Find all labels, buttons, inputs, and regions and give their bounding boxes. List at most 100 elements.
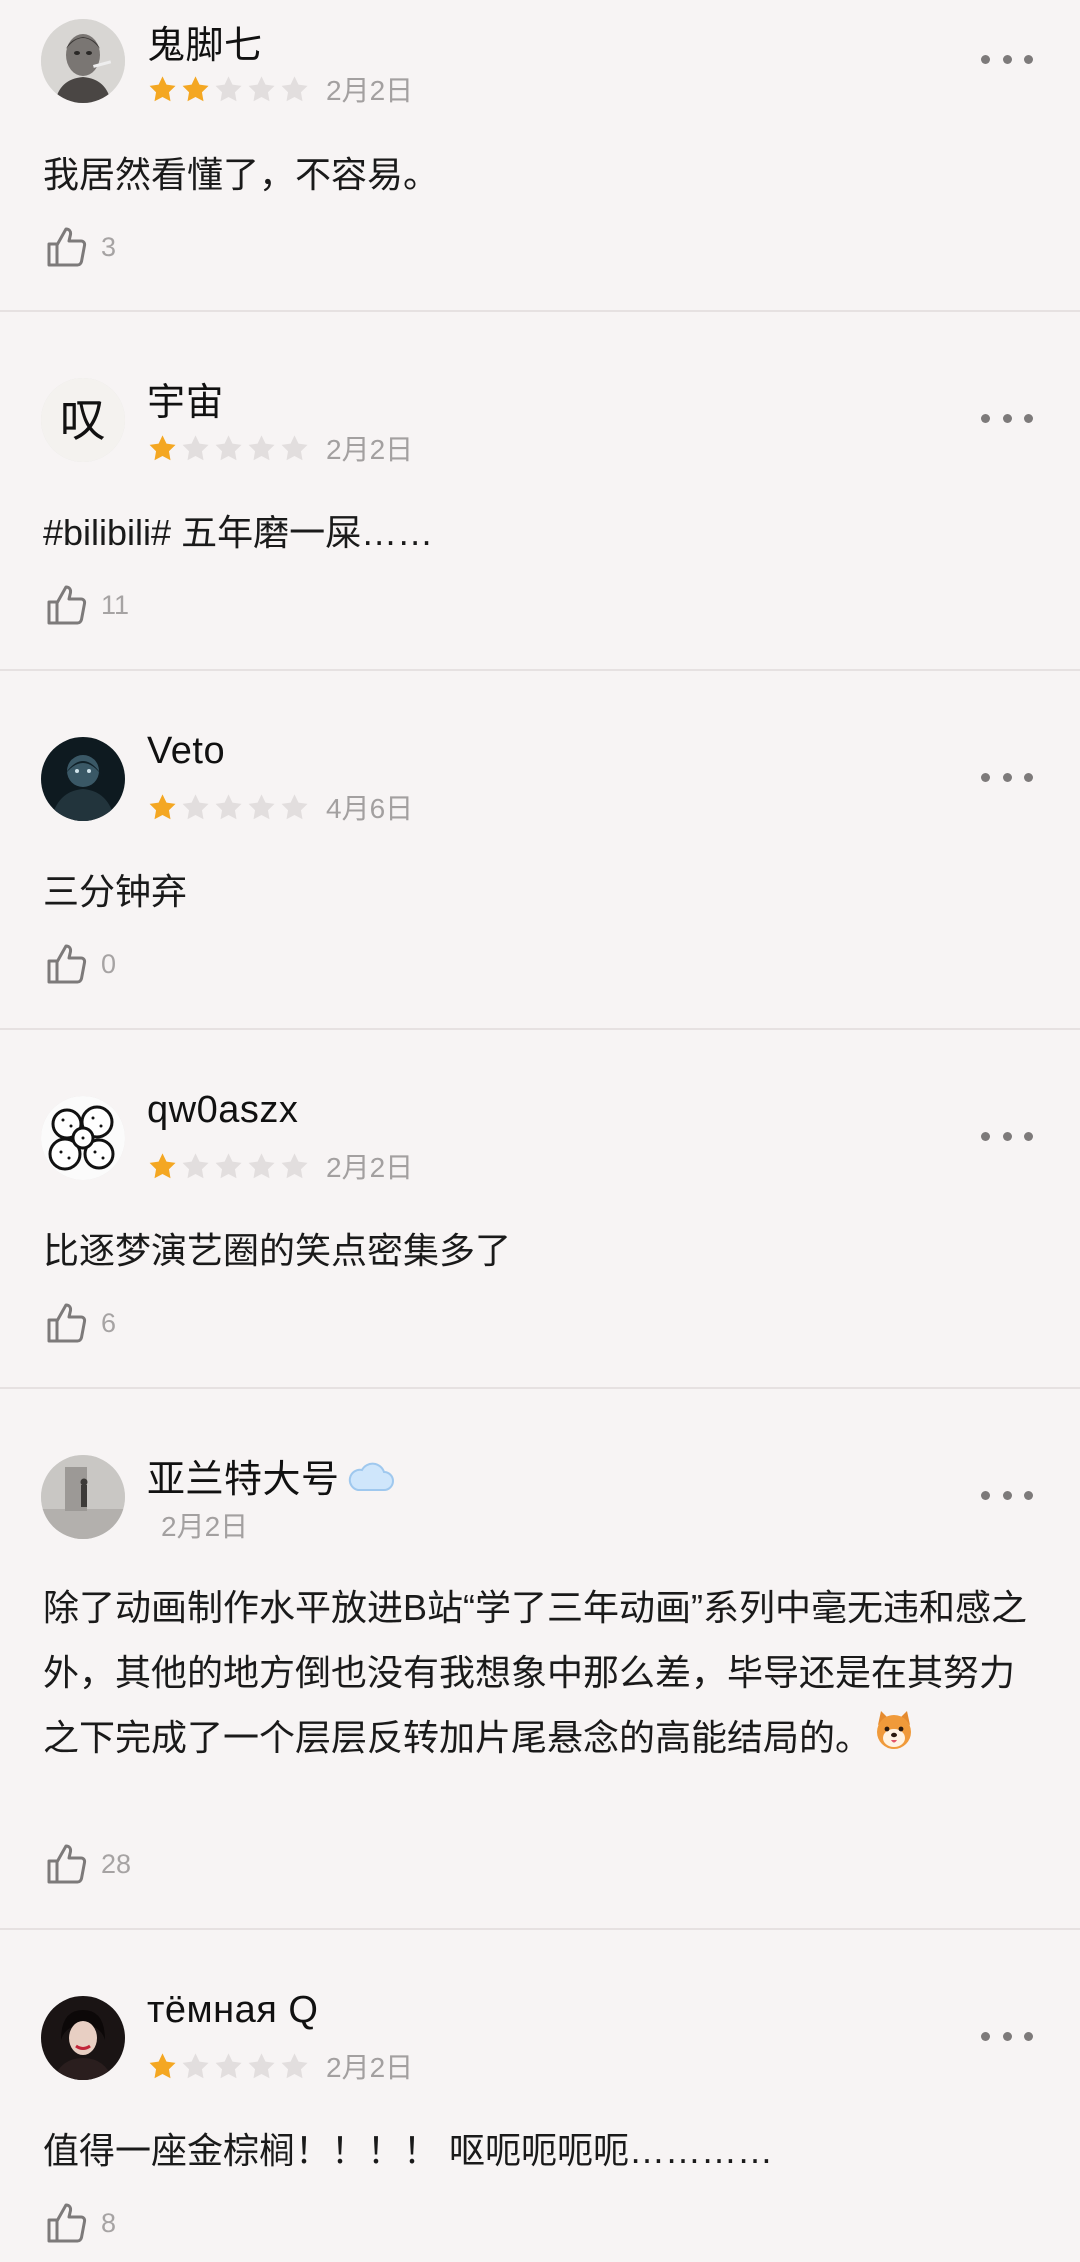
more-dot-icon xyxy=(1002,1131,1012,1141)
review-date: 4月6日 xyxy=(326,793,414,824)
like-count: 6 xyxy=(101,1307,117,1338)
rating-date-row: 2月2日 xyxy=(147,72,413,106)
star-empty-icon xyxy=(248,75,275,101)
review-content: 我居然看懂了，不容易。 xyxy=(43,154,440,195)
more-options-button[interactable] xyxy=(981,44,1033,74)
user-avatar[interactable] xyxy=(41,1455,125,1539)
review-content: #bilibili# 五年磨一屎…… xyxy=(43,512,434,553)
star-empty-icon xyxy=(281,1152,308,1178)
like-count: 0 xyxy=(101,948,117,979)
username[interactable]: 宇宙 xyxy=(147,371,224,426)
like-button[interactable]: 3 xyxy=(43,221,116,273)
review-card: 鬼脚七 2月2日 我居然看懂了，不容易。 3 xyxy=(0,0,1080,312)
review-content: 除了动画制作水平放进B站“学了三年动画”系列中毫无违和感之外，其他的地方倒也没有… xyxy=(43,1575,1043,1773)
more-dot-icon xyxy=(981,1490,990,1500)
more-dot-icon xyxy=(1002,413,1012,423)
star-empty-icon xyxy=(182,434,209,460)
user-avatar[interactable] xyxy=(41,19,125,103)
more-dot-icon xyxy=(1024,54,1033,64)
date-row: 2月2日 xyxy=(147,1508,248,1542)
username-text: 亚兰特大号 xyxy=(147,1459,340,1501)
review-content: 三分钟弃 xyxy=(43,871,188,912)
more-options-button[interactable] xyxy=(981,2021,1033,2051)
thumbs-up-icon xyxy=(47,1844,87,1884)
star-rating xyxy=(147,74,312,105)
star-filled-icon xyxy=(149,793,176,819)
star-empty-icon xyxy=(248,2052,275,2078)
review-date: 2月2日 xyxy=(326,75,414,106)
username[interactable]: тёмная Q xyxy=(147,1989,318,2032)
more-dot-icon xyxy=(1024,413,1033,423)
star-empty-icon xyxy=(215,793,242,819)
star-empty-icon xyxy=(248,434,275,460)
star-empty-icon xyxy=(182,1152,209,1178)
rating-date-row: 4月6日 xyxy=(147,790,413,824)
thumbs-up-icon xyxy=(47,2203,87,2243)
thumbs-up-icon xyxy=(47,585,87,625)
star-empty-icon xyxy=(215,1152,242,1178)
star-empty-icon xyxy=(281,434,308,460)
like-button[interactable]: 11 xyxy=(43,579,129,631)
more-dot-icon xyxy=(981,54,990,64)
star-empty-icon xyxy=(248,793,275,819)
like-count: 8 xyxy=(101,2207,117,2238)
more-dot-icon xyxy=(1024,772,1033,782)
user-avatar[interactable] xyxy=(41,1996,125,2080)
review-card: Veto 4月6日 三分钟弃 0 xyxy=(0,671,1080,1030)
review-card: qw0aszx 2月2日 比逐梦演艺圈的笑点密集多了 6 xyxy=(0,1030,1080,1389)
rating-date-row: 2月2日 xyxy=(147,431,413,465)
star-filled-icon xyxy=(182,75,209,101)
star-filled-icon xyxy=(149,75,176,101)
username[interactable]: 鬼脚七 xyxy=(147,14,263,69)
more-options-button[interactable] xyxy=(981,403,1033,433)
star-empty-icon xyxy=(182,793,209,819)
more-dot-icon xyxy=(981,772,990,782)
avatar-calligraphy-text: 叹 xyxy=(60,393,106,447)
more-options-button[interactable] xyxy=(981,1480,1033,1510)
more-dot-icon xyxy=(1002,2031,1012,2041)
more-dot-icon xyxy=(981,413,990,423)
more-dot-icon xyxy=(1024,1490,1033,1500)
more-dot-icon xyxy=(1002,54,1012,64)
review-card: тёмная Q 2月2日 值得一座金棕榈！！！！ 呕呃呃呃呃………… 8 xyxy=(0,1930,1080,2262)
star-rating xyxy=(147,2051,312,2082)
review-card: 亚兰特大号 2月2日 除了动画制作水平放进B站“学了三年动画”系列中毫无违和感之… xyxy=(0,1389,1080,1930)
star-empty-icon xyxy=(182,2052,209,2078)
username[interactable]: qw0aszx xyxy=(147,1089,298,1132)
review-date: 2月2日 xyxy=(326,2052,414,2083)
more-options-button[interactable] xyxy=(981,762,1033,792)
like-button[interactable]: 0 xyxy=(43,938,116,990)
more-dot-icon xyxy=(1024,1131,1033,1141)
like-button[interactable]: 8 xyxy=(43,2197,116,2249)
star-rating xyxy=(147,1151,312,1182)
like-button[interactable]: 6 xyxy=(43,1297,116,1349)
review-content: 比逐梦演艺圈的笑点密集多了 xyxy=(43,1230,512,1271)
like-button[interactable]: 28 xyxy=(43,1838,131,1890)
cloud-icon xyxy=(346,1460,394,1504)
more-dot-icon xyxy=(1002,772,1012,782)
star-rating xyxy=(147,433,312,464)
user-avatar[interactable]: 叹 xyxy=(41,378,125,462)
username[interactable]: 亚兰特大号 xyxy=(147,1448,394,1504)
username[interactable]: Veto xyxy=(147,730,225,773)
star-empty-icon xyxy=(215,75,242,101)
review-content: 值得一座金棕榈！！！！ 呕呃呃呃呃………… xyxy=(43,2130,774,2171)
star-filled-icon xyxy=(149,2052,176,2078)
thumbs-up-icon xyxy=(47,227,87,267)
more-options-button[interactable] xyxy=(981,1121,1033,1151)
user-avatar[interactable] xyxy=(41,737,125,821)
star-filled-icon xyxy=(149,1152,176,1178)
rating-date-row: 2月2日 xyxy=(147,2049,413,2083)
more-dot-icon xyxy=(1024,2031,1033,2041)
more-dot-icon xyxy=(981,2031,990,2041)
star-filled-icon xyxy=(149,434,176,460)
star-rating xyxy=(147,792,312,823)
review-date: 2月2日 xyxy=(161,1511,249,1542)
rating-date-row: 2月2日 xyxy=(147,1149,413,1183)
more-dot-icon xyxy=(981,1131,990,1141)
star-empty-icon xyxy=(248,1152,275,1178)
like-count: 28 xyxy=(101,1848,132,1879)
user-avatar[interactable] xyxy=(41,1096,125,1180)
thumbs-up-icon xyxy=(47,944,87,984)
like-count: 3 xyxy=(101,231,117,262)
